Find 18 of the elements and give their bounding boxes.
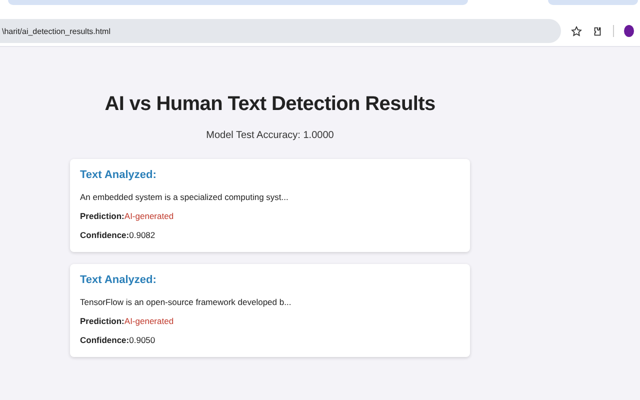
- field-label: Confidence:: [80, 230, 130, 240]
- prediction-value: AI-generated: [124, 316, 174, 326]
- avatar-icon[interactable]: [624, 25, 634, 37]
- confidence-value: 0.9050: [129, 335, 156, 345]
- puzzle-icon[interactable]: [592, 26, 603, 36]
- address-bar[interactable]: \harit/ai_detection_results.html: [0, 19, 561, 43]
- field-label: Confidence:: [80, 335, 130, 345]
- analyzed-text: TensorFlow is an open-source framework developed b...: [80, 297, 292, 307]
- field-label: Prediction:: [80, 316, 124, 326]
- prediction-value: AI-generated: [124, 211, 174, 221]
- star-icon[interactable]: [571, 26, 582, 36]
- page-title: AI vs Human Text Detection Results: [104, 93, 436, 116]
- field-label: Prediction:: [80, 211, 124, 221]
- card-heading: Text Analyzed:: [80, 169, 158, 181]
- analyzed-text: An embedded system is a specialized computing syst...: [80, 192, 290, 202]
- confidence-value: 0.9082: [129, 230, 156, 240]
- accuracy-text: Model Test Accuracy: 1.0000: [205, 130, 335, 141]
- card-heading: Text Analyzed:: [80, 274, 158, 286]
